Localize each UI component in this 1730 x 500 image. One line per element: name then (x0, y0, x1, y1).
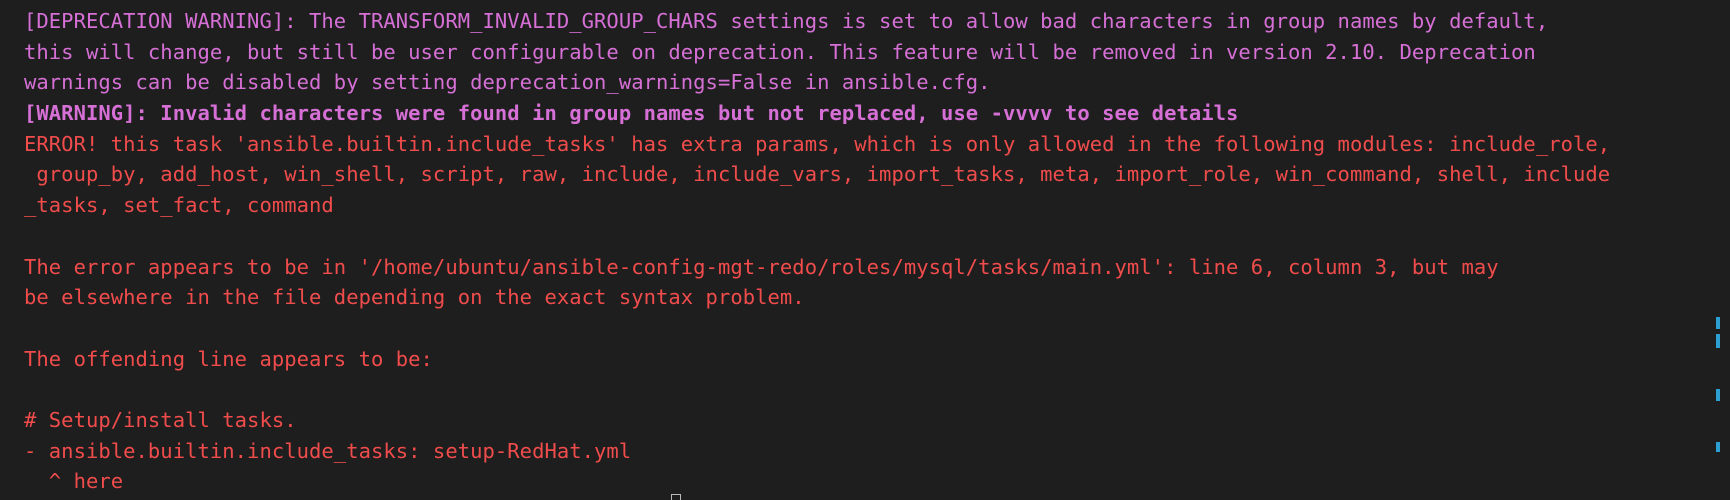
code-comment-line: # Setup/install tasks. (24, 407, 297, 432)
terminal-lines: [DEPRECATION WARNING]: The TRANSFORM_INV… (24, 6, 1712, 497)
text-cursor-icon (671, 494, 681, 500)
deprecation-warning-line-1: [DEPRECATION WARNING]: The TRANSFORM_INV… (24, 9, 1549, 33)
error-location-line-1: The error appears to be in '/home/ubuntu… (24, 254, 1499, 279)
warning-line: [WARNING]: Invalid characters were found… (24, 101, 1239, 126)
error-line-2: group_by, add_host, win_shell, script, r… (24, 162, 1611, 187)
scrollbar-overview-ruler[interactable] (1714, 0, 1720, 500)
terminal-output-panel[interactable]: [DEPRECATION WARNING]: The TRANSFORM_INV… (0, 0, 1730, 500)
scroll-marker (1716, 389, 1720, 401)
scroll-marker (1716, 334, 1720, 348)
scroll-marker (1716, 317, 1720, 329)
error-location-line-2: be elsewhere in the file depending on th… (24, 285, 805, 310)
offending-line-heading: The offending line appears to be: (24, 346, 433, 371)
caret-indicator-line: ^ here (24, 469, 124, 494)
error-line-3: _tasks, set_fact, command (24, 193, 334, 218)
deprecation-warning-line-3: warnings can be disabled by setting depr… (24, 70, 991, 95)
scroll-marker (1716, 442, 1720, 452)
error-line-1: ERROR! this task 'ansible.builtin.includ… (24, 131, 1611, 156)
deprecation-warning-line-2: this will change, but still be user conf… (24, 39, 1536, 64)
code-offending-line: - ansible.builtin.include_tasks: setup-R… (24, 438, 632, 463)
